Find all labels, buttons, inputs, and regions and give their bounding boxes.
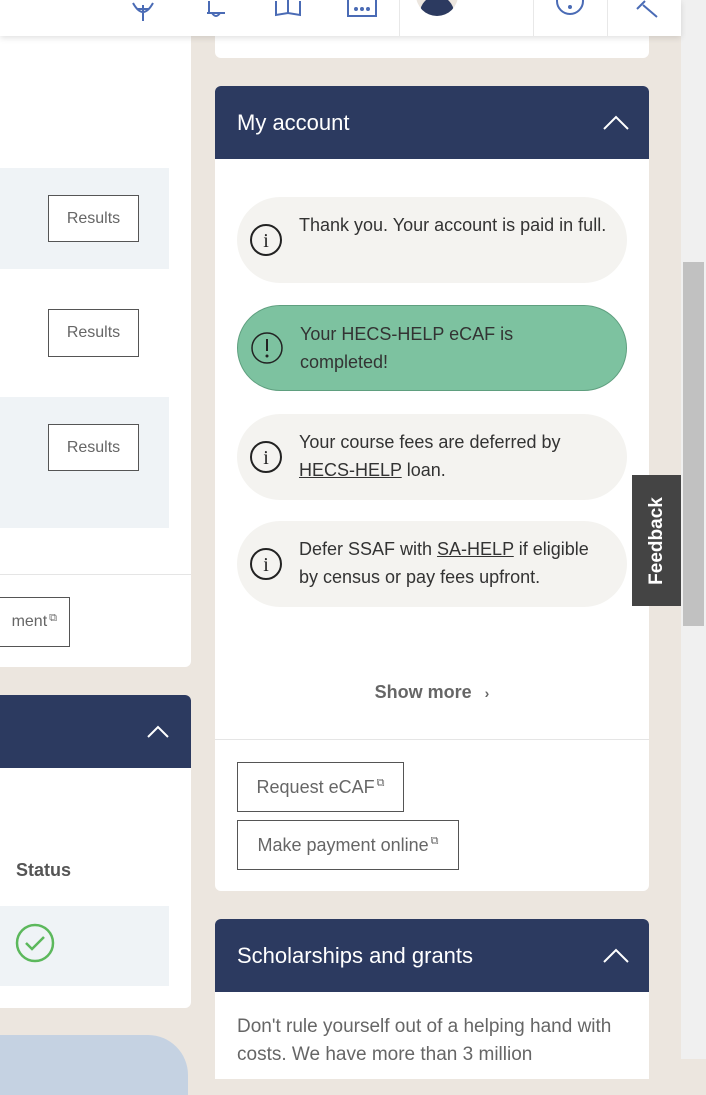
bell-icon[interactable] bbox=[198, 0, 234, 24]
card-title: Scholarships and grants bbox=[237, 943, 474, 968]
chevron-up-icon[interactable] bbox=[147, 723, 169, 741]
button-label: Make payment online bbox=[257, 834, 429, 855]
book-icon[interactable] bbox=[270, 0, 306, 24]
card-header bbox=[0, 695, 191, 768]
check-circle-icon bbox=[15, 923, 55, 963]
results-button[interactable]: Results bbox=[48, 424, 139, 471]
alert-text: Defer SSAF with bbox=[299, 539, 438, 559]
show-more-label: Show more bbox=[374, 682, 472, 702]
chevron-right-icon: › bbox=[484, 685, 490, 701]
bottom-pill bbox=[0, 1035, 188, 1095]
alert-text: Your course fees are deferred by bbox=[299, 432, 561, 452]
alert-text: loan. bbox=[401, 460, 446, 480]
external-link-icon: ⧉ bbox=[49, 611, 57, 624]
divider bbox=[0, 574, 191, 575]
feedback-button[interactable]: Feedback bbox=[632, 475, 681, 606]
avatar[interactable] bbox=[416, 0, 458, 16]
my-account-card: My account i Thank you. Your account is … bbox=[215, 86, 649, 891]
show-more-button[interactable]: Show more › bbox=[215, 682, 649, 703]
divider bbox=[215, 739, 649, 740]
info-icon: i bbox=[250, 548, 282, 580]
alert-text: Your HECS-HELP eCAF is completed! bbox=[300, 324, 514, 372]
results-button[interactable]: Results bbox=[48, 309, 139, 357]
chevron-up-icon[interactable] bbox=[603, 114, 629, 132]
alert-info: i Your course fees are deferred by HECS-… bbox=[237, 414, 627, 500]
sa-help-link[interactable]: SA-HELP bbox=[437, 539, 514, 559]
alert-text: Thank you. Your account is paid in full. bbox=[299, 215, 607, 235]
help-icon[interactable] bbox=[552, 0, 588, 24]
status-card: Status bbox=[0, 695, 191, 1008]
scrollbar-thumb[interactable] bbox=[683, 262, 704, 626]
exclamation-icon bbox=[251, 332, 283, 364]
nav-divider bbox=[607, 0, 608, 36]
calendar-icon[interactable] bbox=[344, 0, 380, 24]
info-icon: i bbox=[250, 224, 282, 256]
card-header[interactable]: My account bbox=[215, 86, 649, 159]
alert-success: Your HECS-HELP eCAF is completed! bbox=[237, 305, 627, 391]
scholarships-text: Don't rule yourself out of a helping han… bbox=[237, 1016, 612, 1065]
globe-icon[interactable] bbox=[125, 0, 161, 24]
nav-divider bbox=[533, 0, 534, 36]
make-payment-button[interactable]: Make payment online ⧉ bbox=[237, 820, 459, 870]
external-link-button[interactable]: ment ⧉ bbox=[0, 597, 70, 647]
svg-text:i: i bbox=[263, 230, 269, 252]
info-icon: i bbox=[250, 441, 282, 473]
nav-divider bbox=[399, 0, 400, 36]
card-title: My account bbox=[237, 110, 350, 135]
alert-info: i Thank you. Your account is paid in ful… bbox=[237, 197, 627, 283]
external-link-icon: ⧉ bbox=[376, 776, 385, 789]
results-button[interactable]: Results bbox=[48, 195, 139, 242]
table-row bbox=[0, 906, 169, 986]
button-label: ment bbox=[11, 613, 48, 630]
results-card: Results Results Results ment ⧉ bbox=[0, 0, 191, 667]
svg-text:i: i bbox=[263, 447, 269, 469]
hecs-help-link[interactable]: HECS-HELP bbox=[299, 460, 402, 480]
status-column-header: Status bbox=[16, 860, 72, 880]
external-link-icon: ⧉ bbox=[430, 834, 439, 847]
card-header[interactable]: Scholarships and grants bbox=[215, 919, 649, 992]
button-label: Request eCAF bbox=[256, 776, 375, 797]
chevron-up-icon[interactable] bbox=[603, 947, 629, 965]
request-ecaf-button[interactable]: Request eCAF ⧉ bbox=[237, 762, 404, 812]
svg-text:i: i bbox=[263, 554, 269, 576]
alert-info: i Defer SSAF with SA-HELP if eligible by… bbox=[237, 521, 627, 607]
top-navigation bbox=[0, 0, 681, 36]
search-icon[interactable] bbox=[628, 0, 664, 24]
scholarships-card: Scholarships and grants Don't rule yours… bbox=[215, 919, 649, 1079]
feedback-label: Feedback bbox=[645, 496, 667, 585]
card-bottom bbox=[215, 36, 649, 58]
